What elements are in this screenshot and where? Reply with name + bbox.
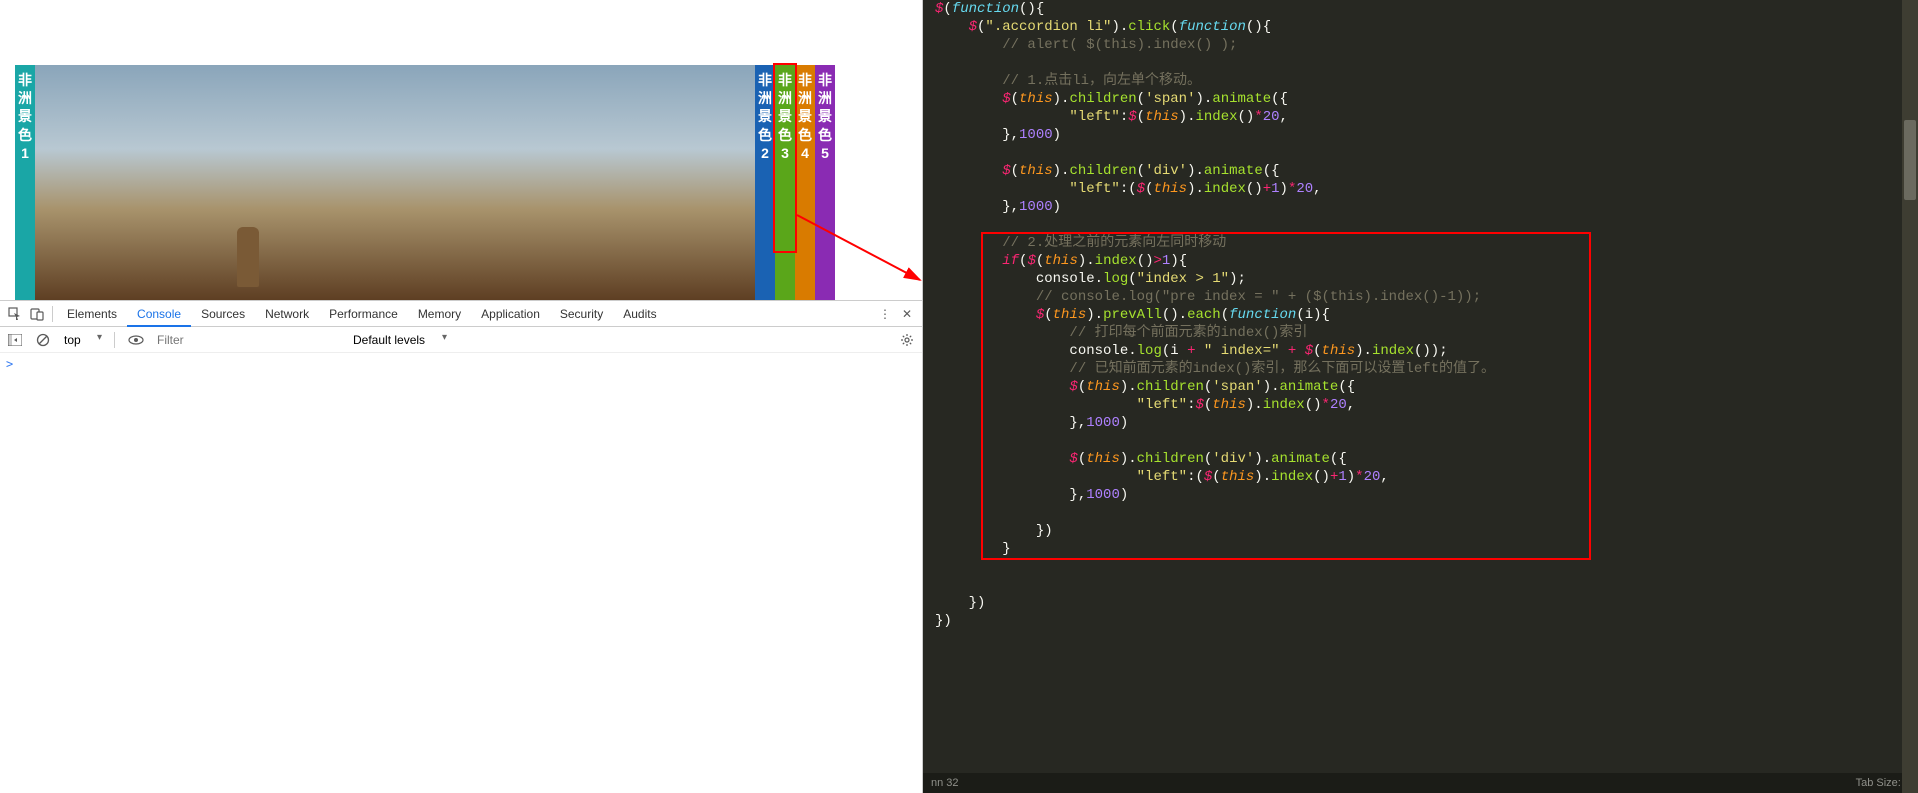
accordion-tab-4[interactable]: 非洲景色4 xyxy=(795,65,815,300)
code-line: },1000) xyxy=(935,198,1914,216)
code-line: },1000) xyxy=(935,486,1914,504)
code-line: $(this).children('span').animate({ xyxy=(935,378,1914,396)
code-line: // 已知前面元素的index()索引，那么下面可以设置left的值了。 xyxy=(935,360,1914,378)
separator xyxy=(114,332,115,348)
clear-console-icon[interactable] xyxy=(32,329,54,351)
code-line: // alert( $(this).index() ); xyxy=(935,36,1914,54)
accordion-tab-2[interactable]: 非洲景色2 xyxy=(755,65,775,300)
devtools-panel: ElementsConsoleSourcesNetworkPerformance… xyxy=(0,300,922,793)
code-line: } xyxy=(935,540,1914,558)
code-line: $(".accordion li").click(function(){ xyxy=(935,18,1914,36)
levels-select-wrap[interactable]: Default levels xyxy=(349,331,449,349)
page-preview: 非洲景色1 非洲景色2非洲景色3非洲景色4非洲景色5 xyxy=(0,0,922,300)
code-line xyxy=(935,216,1914,234)
code-line: // 1.点击li，向左单个移动。 xyxy=(935,72,1914,90)
scrollbar-thumb[interactable] xyxy=(1904,120,1916,200)
kebab-icon[interactable]: ⋮ xyxy=(874,303,896,325)
scrollbar-track[interactable] xyxy=(1902,0,1918,793)
code-line: "left":$(this).index()*20, xyxy=(935,108,1914,126)
tab-sources[interactable]: Sources xyxy=(191,301,255,327)
context-select[interactable]: top xyxy=(60,331,104,349)
code-line: console.log(i + " index=" + $(this).inde… xyxy=(935,342,1914,360)
code-line: // 2.处理之前的元素向左同时移动 xyxy=(935,234,1914,252)
console-prompt: > xyxy=(6,357,13,371)
accordion-tab-1[interactable]: 非洲景色1 xyxy=(15,65,35,300)
console-toolbar: top Default levels xyxy=(0,327,922,353)
settings-icon[interactable] xyxy=(896,329,918,351)
code-line: }) xyxy=(935,522,1914,540)
console-sidebar-icon[interactable] xyxy=(4,329,26,351)
tab-memory[interactable]: Memory xyxy=(408,301,471,327)
code-line: // console.log("pre index = " + ($(this)… xyxy=(935,288,1914,306)
context-select-wrap[interactable]: top xyxy=(60,331,104,349)
inspect-icon[interactable] xyxy=(4,303,26,325)
code-line xyxy=(935,576,1914,594)
code-line xyxy=(935,558,1914,576)
code-line: if($(this).index()>1){ xyxy=(935,252,1914,270)
status-bar: nn 32 Tab Size: 4 xyxy=(923,773,1918,793)
devtools-tabbar: ElementsConsoleSourcesNetworkPerformance… xyxy=(0,301,922,327)
code-line: "left":($(this).index()+1)*20, xyxy=(935,468,1914,486)
code-line: },1000) xyxy=(935,126,1914,144)
close-icon[interactable]: ✕ xyxy=(896,303,918,325)
code-line: }) xyxy=(935,594,1914,612)
console-output[interactable]: > xyxy=(0,353,922,793)
code-line xyxy=(935,504,1914,522)
code-line: // 打印每个前面元素的index()索引 xyxy=(935,324,1914,342)
code-line: "left":$(this).index()*20, xyxy=(935,396,1914,414)
code-line xyxy=(935,144,1914,162)
code-line: }) xyxy=(935,612,1914,630)
browser-pane: 非洲景色1 非洲景色2非洲景色3非洲景色4非洲景色5 ElementsConsol… xyxy=(0,0,923,793)
accordion-panel-1 xyxy=(35,65,755,300)
tab-security[interactable]: Security xyxy=(550,301,613,327)
levels-select[interactable]: Default levels xyxy=(349,331,449,349)
code-line: "left":($(this).index()+1)*20, xyxy=(935,180,1914,198)
accordion: 非洲景色1 非洲景色2非洲景色3非洲景色4非洲景色5 xyxy=(15,65,875,300)
accordion-tab-3[interactable]: 非洲景色3 xyxy=(775,65,795,300)
accordion-tab-5[interactable]: 非洲景色5 xyxy=(815,65,835,300)
code-line: $(this).children('span').animate({ xyxy=(935,90,1914,108)
cursor-position: nn 32 xyxy=(931,777,959,789)
tab-elements[interactable]: Elements xyxy=(57,301,127,327)
tab-performance[interactable]: Performance xyxy=(319,301,408,327)
code-line: $(function(){ xyxy=(935,0,1914,18)
tab-network[interactable]: Network xyxy=(255,301,319,327)
code-line: console.log("index > 1"); xyxy=(935,270,1914,288)
code-line xyxy=(935,432,1914,450)
code-line: $(this).children('div').animate({ xyxy=(935,450,1914,468)
code-line: $(this).children('div').animate({ xyxy=(935,162,1914,180)
live-expr-icon[interactable] xyxy=(125,329,147,351)
code-line xyxy=(935,54,1914,72)
tab-application[interactable]: Application xyxy=(471,301,550,327)
code-editor[interactable]: $(function(){ $(".accordion li").click(f… xyxy=(923,0,1918,773)
separator xyxy=(52,306,53,322)
filter-input[interactable] xyxy=(153,331,343,349)
code-editor-pane: $(function(){ $(".accordion li").click(f… xyxy=(923,0,1918,793)
devtools-tabs: ElementsConsoleSourcesNetworkPerformance… xyxy=(57,301,667,327)
device-toggle-icon[interactable] xyxy=(26,303,48,325)
tab-audits[interactable]: Audits xyxy=(613,301,666,327)
tab-console[interactable]: Console xyxy=(127,301,191,327)
code-line: },1000) xyxy=(935,414,1914,432)
code-line: $(this).prevAll().each(function(i){ xyxy=(935,306,1914,324)
